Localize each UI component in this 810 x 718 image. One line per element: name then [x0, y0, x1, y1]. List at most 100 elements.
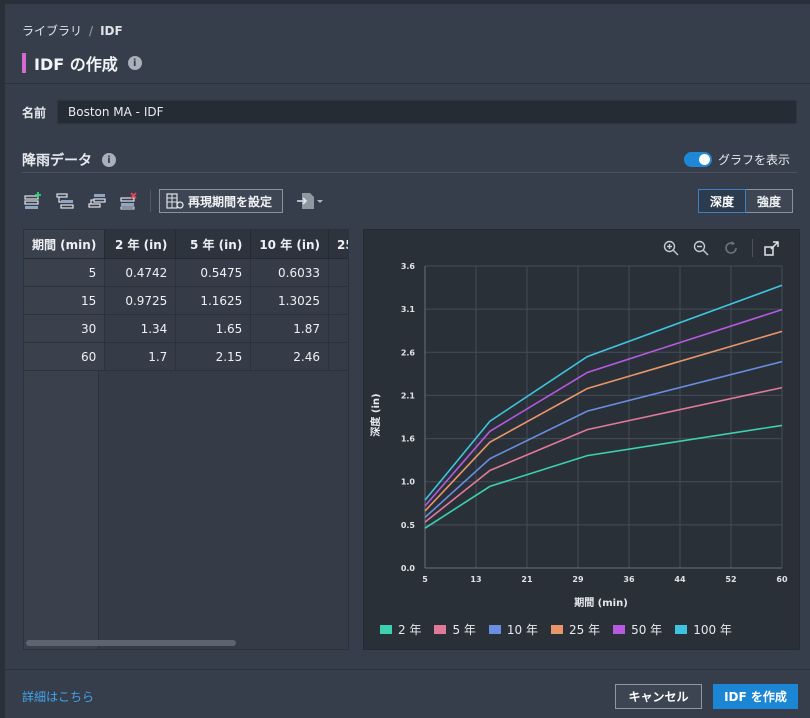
delete-row-icon[interactable] — [118, 190, 140, 212]
horizontal-scrollbar[interactable] — [26, 640, 236, 646]
x-tick-label: 13 — [470, 575, 481, 584]
table-cell[interactable]: 2.15 — [175, 342, 252, 371]
y-tick-label: 3.1 — [401, 305, 416, 314]
table-cell[interactable]: 0.6 — [328, 258, 348, 287]
table-row: 30 1.34 1.65 1.87 — [24, 314, 348, 343]
x-tick-label: 21 — [521, 575, 533, 584]
chart-legend: 2 年 5 年 10 年 25 年 50 年 100 年 — [380, 621, 745, 638]
column-header[interactable]: 5 年 (in) — [175, 230, 252, 259]
set-return-period-button[interactable]: 再現期間を設定 — [159, 189, 284, 213]
header-divider — [5, 83, 810, 84]
page-title: IDF の作成 — [34, 55, 118, 74]
legend-item[interactable]: 25 年 — [551, 621, 600, 638]
y-tick-label: 2.6 — [401, 348, 416, 357]
rain-info-icon[interactable]: i — [102, 153, 116, 167]
intensity-button[interactable]: 強度 — [746, 189, 794, 213]
table-cell[interactable]: 1.3025 — [250, 286, 329, 315]
y-tick-label: 1.0 — [401, 478, 416, 487]
add-row-icon[interactable] — [22, 190, 44, 212]
table-cell[interactable]: 5 — [24, 258, 106, 287]
copy-row-icon[interactable] — [86, 190, 108, 212]
create-idf-button[interactable]: IDF を作成 — [713, 684, 798, 709]
series-line — [424, 330, 783, 512]
table-settings-icon — [166, 193, 184, 209]
table-cell[interactable]: 30 — [24, 314, 106, 343]
depth-button[interactable]: 深度 — [698, 189, 747, 213]
name-input[interactable]: Boston MA - IDF — [57, 100, 797, 124]
legend-swatch — [380, 625, 392, 634]
table-cell[interactable]: 15 — [24, 286, 106, 315]
legend-item[interactable]: 50 年 — [613, 621, 662, 638]
series-lines — [424, 284, 783, 529]
y-tick-label: 1.6 — [401, 435, 416, 444]
left-border — [0, 0, 5, 718]
breadcrumb: ライブラリ / IDF — [22, 22, 123, 39]
table-cell[interactable]: 1.7 — [104, 342, 177, 371]
column-header[interactable]: 期間 (min) — [24, 230, 106, 259]
toolbar-divider — [150, 190, 151, 212]
cancel-button[interactable]: キャンセル — [615, 684, 702, 709]
data-grid: 期間 (min)2 年 (in)5 年 (in)10 年 (in)25 年 50… — [24, 230, 348, 371]
table-cell[interactable]: 0.9725 — [104, 286, 177, 315]
legend-label: 100 年 — [693, 623, 732, 637]
legend-item[interactable]: 2 年 — [380, 621, 421, 638]
x-tick-labels: 5 13 21 29 36 44 52 60 — [422, 575, 788, 584]
chart-grid — [424, 265, 783, 569]
column-header[interactable]: 10 年 (in) — [250, 230, 329, 259]
show-graph-toggle[interactable]: グラフを表示 — [684, 151, 790, 168]
title-accent-bar — [22, 53, 26, 73]
set-return-period-label: 再現期間を設定 — [188, 194, 273, 209]
table-cell[interactable]: 1.34 — [104, 314, 177, 343]
table-row: 50.47420.54750.60330.6 — [24, 258, 348, 287]
table-cell[interactable]: 2.46 — [250, 342, 329, 371]
column-header[interactable]: 2 年 (in) — [104, 230, 177, 259]
table-cell[interactable]: 0.5475 — [175, 258, 252, 287]
legend-label: 2 年 — [398, 623, 422, 637]
table-cell[interactable]: 1.1625 — [175, 286, 252, 315]
legend-item[interactable]: 100 年 — [675, 621, 732, 638]
toggle-knob — [699, 154, 710, 165]
table-cell[interactable]: 0.4742 — [104, 258, 177, 287]
import-icon[interactable] — [295, 190, 325, 212]
toggle-switch[interactable] — [684, 152, 712, 167]
idf-line-chart: 0.0 0.5 1.0 1.6 2.1 2.6 3.1 3.6 5 13 21 29 36 44 52 60… — [369, 262, 788, 609]
section-divider — [22, 172, 797, 173]
legend-swatch — [488, 625, 501, 634]
table-cell[interactable]: 1.5 — [328, 286, 348, 315]
x-tick-label: 29 — [572, 575, 584, 584]
table-row: 150.97251.16251.30251.5 — [24, 286, 348, 315]
legend-label: 5 年 — [452, 623, 476, 637]
table-cell[interactable] — [328, 314, 348, 343]
footer-divider — [5, 669, 810, 670]
breadcrumb-root[interactable]: ライブラリ — [22, 24, 82, 38]
dialog: ライブラリ / IDF IDF の作成 i 名前 Boston MA - IDF 降… — [0, 0, 810, 718]
y-tick-label: 2.1 — [401, 391, 416, 400]
table-cell[interactable]: 1.65 — [175, 314, 252, 343]
legend-swatch — [613, 625, 626, 634]
series-line — [424, 284, 783, 501]
x-axis-label: 期間 (min) — [574, 596, 628, 609]
breadcrumb-current: IDF — [100, 24, 123, 38]
breadcrumb-separator: / — [89, 24, 94, 38]
info-icon[interactable]: i — [127, 56, 142, 70]
table-cell[interactable] — [328, 342, 348, 371]
title-row: IDF の作成 i — [22, 52, 142, 74]
y-tick-label: 0.0 — [401, 564, 416, 573]
x-tick-label: 52 — [725, 575, 736, 584]
table-cell[interactable]: 0.6033 — [250, 258, 329, 287]
learn-more-link[interactable]: 詳細はこちら — [22, 688, 94, 705]
table-cell[interactable]: 60 — [24, 342, 106, 371]
column-header[interactable]: 25 年 — [328, 230, 348, 259]
legend-label: 50 年 — [631, 623, 663, 637]
legend-swatch — [675, 625, 688, 634]
legend-item[interactable]: 5 年 — [434, 621, 476, 638]
x-tick-label: 5 — [422, 575, 428, 584]
table-body: 50.47420.54750.60330.6150.97251.16251.30… — [24, 258, 348, 371]
series-line — [424, 424, 783, 529]
header-row: 期間 (min)2 年 (in)5 年 (in)10 年 (in)25 年 — [24, 230, 348, 259]
legend-item[interactable]: 10 年 — [488, 621, 538, 638]
legend-swatch — [434, 625, 447, 634]
x-tick-label: 60 — [776, 575, 788, 584]
table-cell[interactable]: 1.87 — [250, 314, 329, 343]
insert-row-icon[interactable] — [54, 190, 76, 212]
